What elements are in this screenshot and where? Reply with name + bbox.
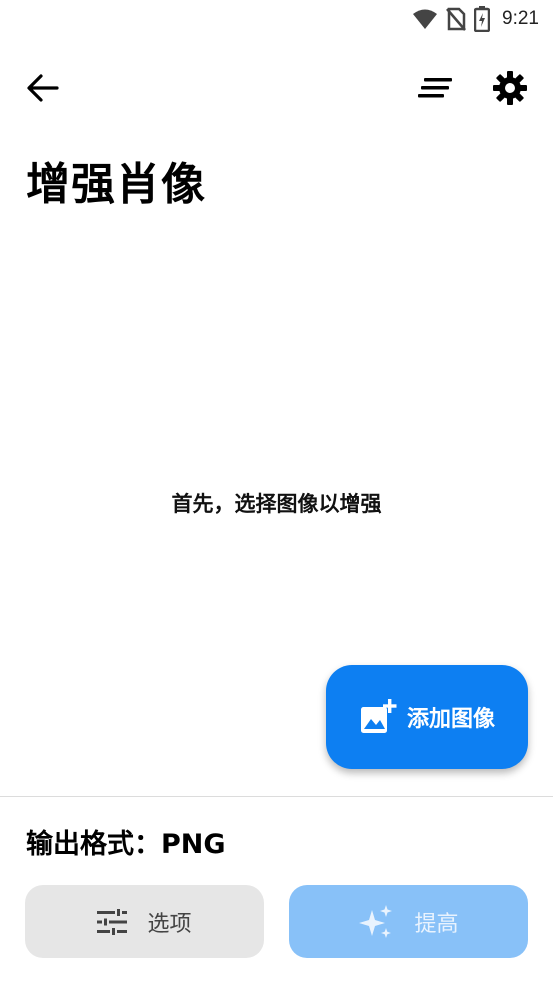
page-title: 增强肖像 — [26, 159, 206, 210]
output-format-label: 输出格式：PNG — [26, 829, 226, 860]
gear-icon — [493, 71, 527, 105]
screen: 9:21 增强肖像 首先，选择图像以增强 添加图像 输出格式：PNG 选项 提高 — [0, 0, 553, 983]
sort-button[interactable] — [414, 70, 458, 106]
tune-icon — [97, 908, 128, 935]
back-button[interactable] — [22, 70, 62, 106]
enhance-label: 提高 — [414, 911, 459, 937]
arrow-left-icon — [27, 74, 59, 102]
settings-button[interactable] — [488, 68, 532, 108]
app-bar — [0, 60, 553, 116]
add-image-fab[interactable]: 添加图像 — [326, 665, 528, 769]
options-button[interactable]: 选项 — [25, 885, 264, 958]
add-photo-icon — [360, 699, 397, 733]
sort-icon — [418, 78, 452, 98]
options-label: 选项 — [147, 911, 192, 937]
add-image-label: 添加图像 — [406, 707, 495, 732]
no-sim-icon — [446, 7, 466, 31]
wifi-icon — [412, 8, 438, 30]
sparkle-icon — [359, 904, 393, 938]
status-time: 9:21 — [502, 8, 539, 29]
empty-state-hint: 首先，选择图像以增强 — [171, 492, 382, 516]
status-bar: 9:21 — [0, 0, 553, 38]
divider — [0, 796, 553, 797]
enhance-button[interactable]: 提高 — [289, 885, 528, 958]
battery-charging-icon — [474, 6, 491, 32]
